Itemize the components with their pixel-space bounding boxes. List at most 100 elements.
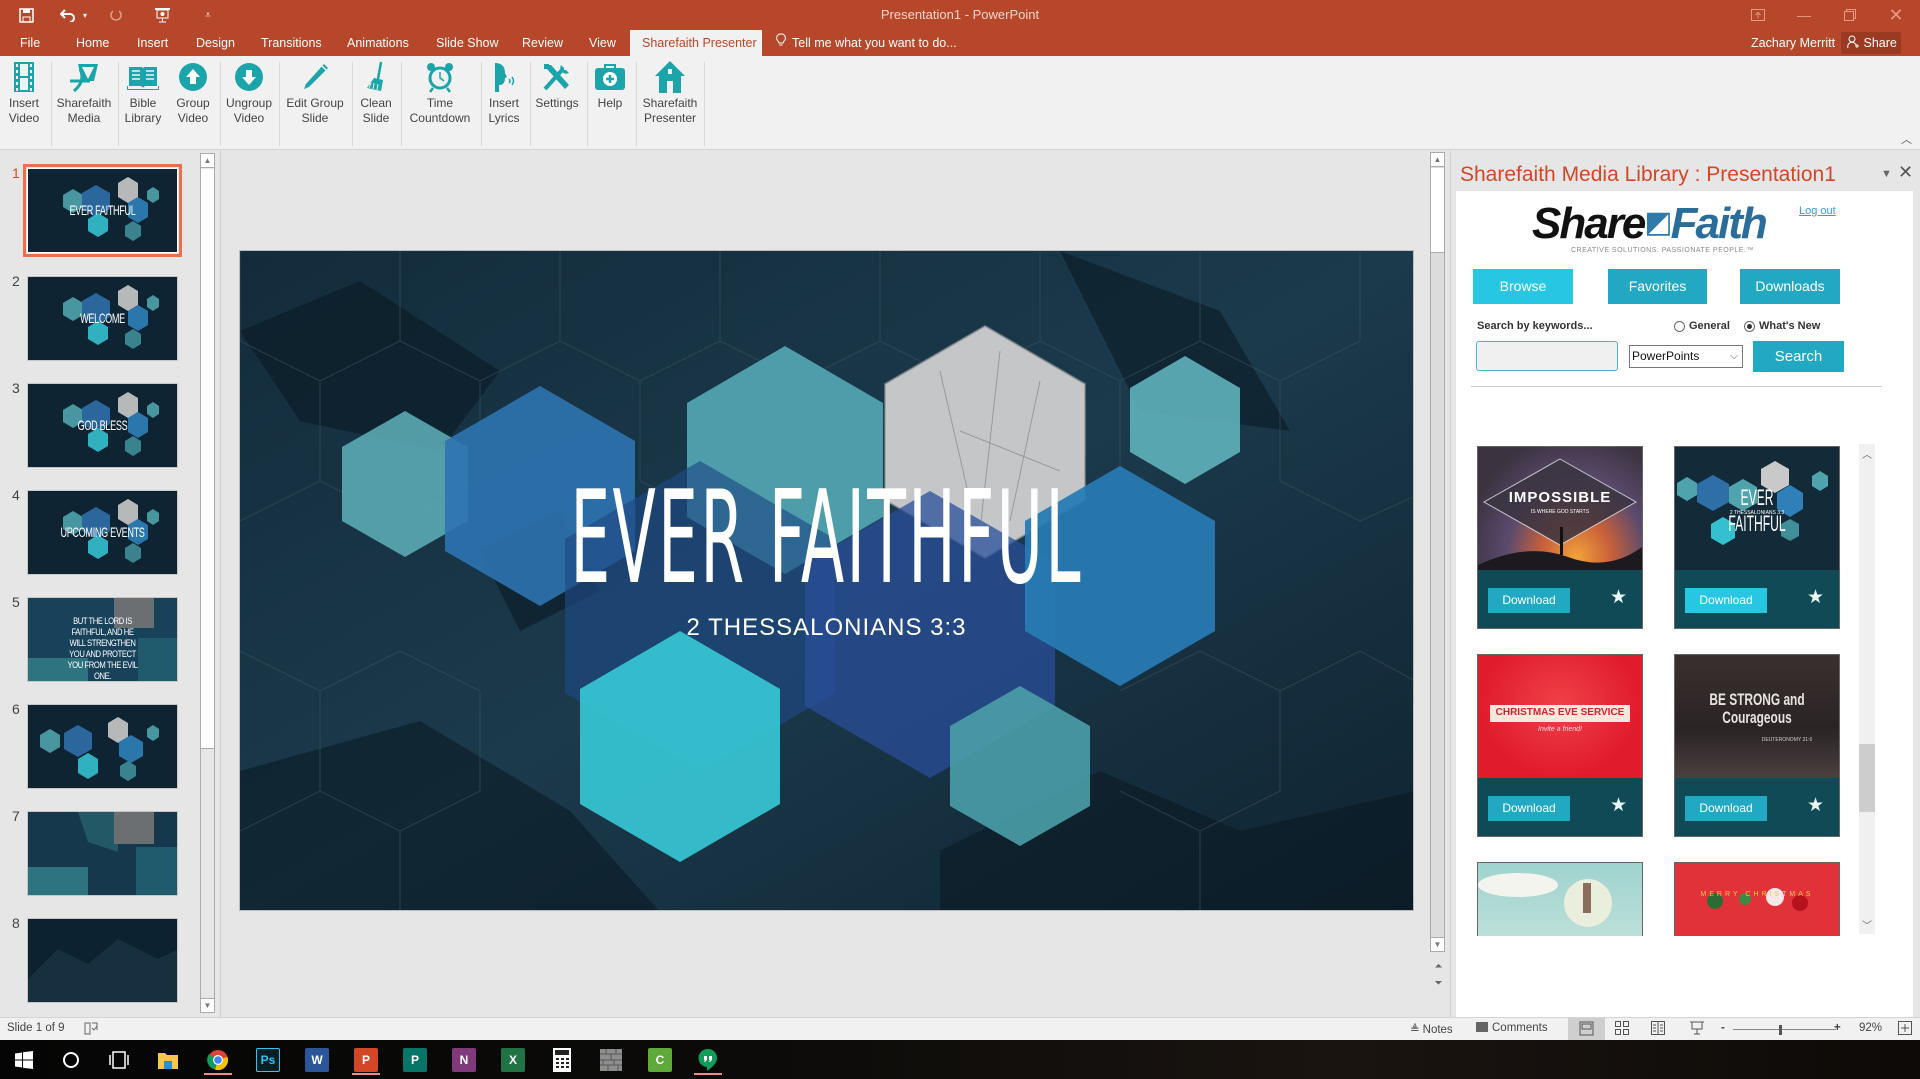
minimize-button[interactable]: — [1781,0,1827,30]
favorites-button[interactable]: Favorites [1608,269,1707,304]
cortana-search-icon[interactable] [56,1045,86,1075]
scroll-down-icon[interactable]: ﹀ [1859,917,1875,932]
result-thumbnail[interactable]: MERRY CHRISTMAS [1675,863,1839,936]
zoom-level[interactable]: 92% [1859,1022,1882,1034]
excel-icon[interactable]: X [498,1045,528,1075]
slide-thumbnail-7[interactable] [27,811,178,896]
radio-button[interactable] [1744,320,1755,332]
tab-file[interactable]: File [10,30,50,56]
current-slide[interactable]: EVER FAITHFUL 2 THESSALONIANS 3:3 [239,250,1414,911]
chrome-icon[interactable] [203,1045,233,1075]
keyword-search-input[interactable] [1476,341,1618,371]
zoom-slider[interactable] [1733,1025,1836,1035]
restore-button[interactable] [1827,0,1873,30]
settings-button[interactable]: Settings [532,60,582,146]
result-thumbnail[interactable]: EVER FAITHFUL 2 THESSALONIANS 3:3 [1675,447,1839,570]
tab-design[interactable]: Design [186,30,245,56]
notes-button[interactable]: ≜ Notes [1410,1022,1453,1036]
slide-thumbnail-3[interactable]: GOD BLESS [27,383,178,468]
brick-wall-icon[interactable] [596,1045,626,1075]
slide-show-view-icon[interactable] [1689,1021,1705,1038]
zoom-slider-thumb[interactable] [1778,1025,1782,1035]
favorite-star-icon[interactable]: ★ [1610,794,1627,817]
zoom-in-button[interactable]: + [1834,1022,1841,1034]
camtasia-icon[interactable]: C [645,1045,675,1075]
sharefaith-media-button[interactable]: Sharefaith Media [54,60,114,146]
help-button[interactable]: Help [589,60,631,146]
hangouts-icon[interactable] [693,1045,723,1075]
radio-general[interactable]: General [1674,320,1730,332]
results-scrollbar[interactable]: ︿ ﹀ [1859,444,1875,934]
tab-animations[interactable]: Animations [337,30,419,56]
insert-video-button[interactable]: Insert Video [4,60,44,146]
word-icon[interactable]: W [302,1045,332,1075]
comments-button[interactable]: Comments [1476,1022,1548,1034]
zoom-out-button[interactable]: - [1721,1022,1725,1034]
logout-link[interactable]: Log out [1799,205,1836,217]
slide-thumbnail-1[interactable]: EVER FAITHFUL [23,164,182,257]
editor-scrollbar[interactable]: ▲ ▼ [1430,152,1445,952]
radio-whats-new[interactable]: What's New [1744,320,1820,332]
tab-transitions[interactable]: Transitions [251,30,332,56]
spell-check-icon[interactable] [84,1022,98,1038]
onenote-icon[interactable]: N [449,1045,479,1075]
share-button[interactable]: Share [1841,32,1901,54]
task-pane-close-icon[interactable]: ✕ [1898,162,1913,183]
insert-lyrics-button[interactable]: Insert Lyrics [484,60,524,146]
slide-thumbnail-6[interactable] [27,704,178,789]
result-thumbnail[interactable]: BE STRONG and Courageous DEUTERONOMY 31:… [1675,655,1839,778]
ungroup-video-button[interactable]: Ungroup Video [222,60,276,146]
bible-library-button[interactable]: Bible Library [122,60,164,146]
downloads-button[interactable]: Downloads [1740,269,1840,304]
favorite-star-icon[interactable]: ★ [1610,586,1627,609]
powerpoint-icon[interactable]: P [351,1045,381,1075]
collapse-ribbon-icon[interactable]: ︿ [1901,131,1912,147]
scroll-up-icon[interactable]: ▲ [200,153,215,168]
search-button[interactable]: Search [1753,341,1844,372]
download-button[interactable]: Download [1488,588,1570,613]
tab-slide-show[interactable]: Slide Show [426,30,509,56]
slide-title[interactable]: EVER FAITHFUL [504,475,1149,603]
radio-button[interactable] [1674,320,1685,332]
previous-slide-icon[interactable]: ⏶ [1431,961,1446,972]
thumbnails-scrollbar[interactable]: ▲ ▼ [200,153,215,1013]
slide-sorter-view-icon[interactable] [1615,1021,1629,1038]
scroll-down-icon[interactable]: ▼ [200,998,215,1013]
scroll-thumb[interactable] [1431,168,1444,253]
task-pane-options-icon[interactable]: ▼ [1881,168,1892,180]
slide-thumbnail-4[interactable]: UPCOMING EVENTS [27,490,178,575]
group-video-button[interactable]: Group Video [172,60,214,146]
scroll-down-icon[interactable]: ▼ [1430,937,1445,952]
tab-view[interactable]: View [579,30,626,56]
result-thumbnail[interactable] [1478,863,1642,936]
windows-start-icon[interactable] [9,1045,39,1075]
tab-review[interactable]: Review [512,30,573,56]
result-thumbnail[interactable]: IMPOSSIBLE IS WHERE GOD STARTS [1478,447,1642,570]
calculator-icon[interactable] [547,1045,577,1075]
slide-thumbnail-8[interactable] [27,918,178,1003]
tab-sharefaith-presenter[interactable]: Sharefaith Presenter [630,30,762,56]
slide-thumbnail-2[interactable]: WELCOME [27,276,178,361]
download-button[interactable]: Download [1685,588,1767,613]
scroll-up-icon[interactable]: ︿ [1859,446,1875,461]
tell-me-box[interactable]: Tell me what you want to do... [776,30,957,56]
media-type-select[interactable]: PowerPoints ⌵ [1629,345,1743,368]
time-countdown-button[interactable]: Time Countdown [404,60,476,146]
favorite-star-icon[interactable]: ★ [1807,794,1824,817]
ribbon-display-options-icon[interactable] [1735,0,1781,30]
scroll-up-icon[interactable]: ▲ [1430,152,1445,167]
photoshop-icon[interactable]: Ps [253,1045,283,1075]
scroll-thumb[interactable] [201,169,214,749]
normal-view-button[interactable] [1568,1018,1605,1040]
browse-button[interactable]: Browse [1473,269,1573,304]
download-button[interactable]: Download [1685,796,1767,821]
edit-group-slide-button[interactable]: Edit Group Slide [282,60,348,146]
close-button[interactable]: ✕ [1873,0,1919,30]
tab-insert[interactable]: Insert [127,30,178,56]
fit-slide-icon[interactable] [1898,1021,1912,1038]
file-explorer-icon[interactable] [153,1045,183,1075]
sharefaith-presenter-button[interactable]: Sharefaith Presenter [638,60,702,146]
download-button[interactable]: Download [1488,796,1570,821]
task-view-icon[interactable] [104,1045,134,1075]
scroll-thumb[interactable] [1859,744,1875,812]
